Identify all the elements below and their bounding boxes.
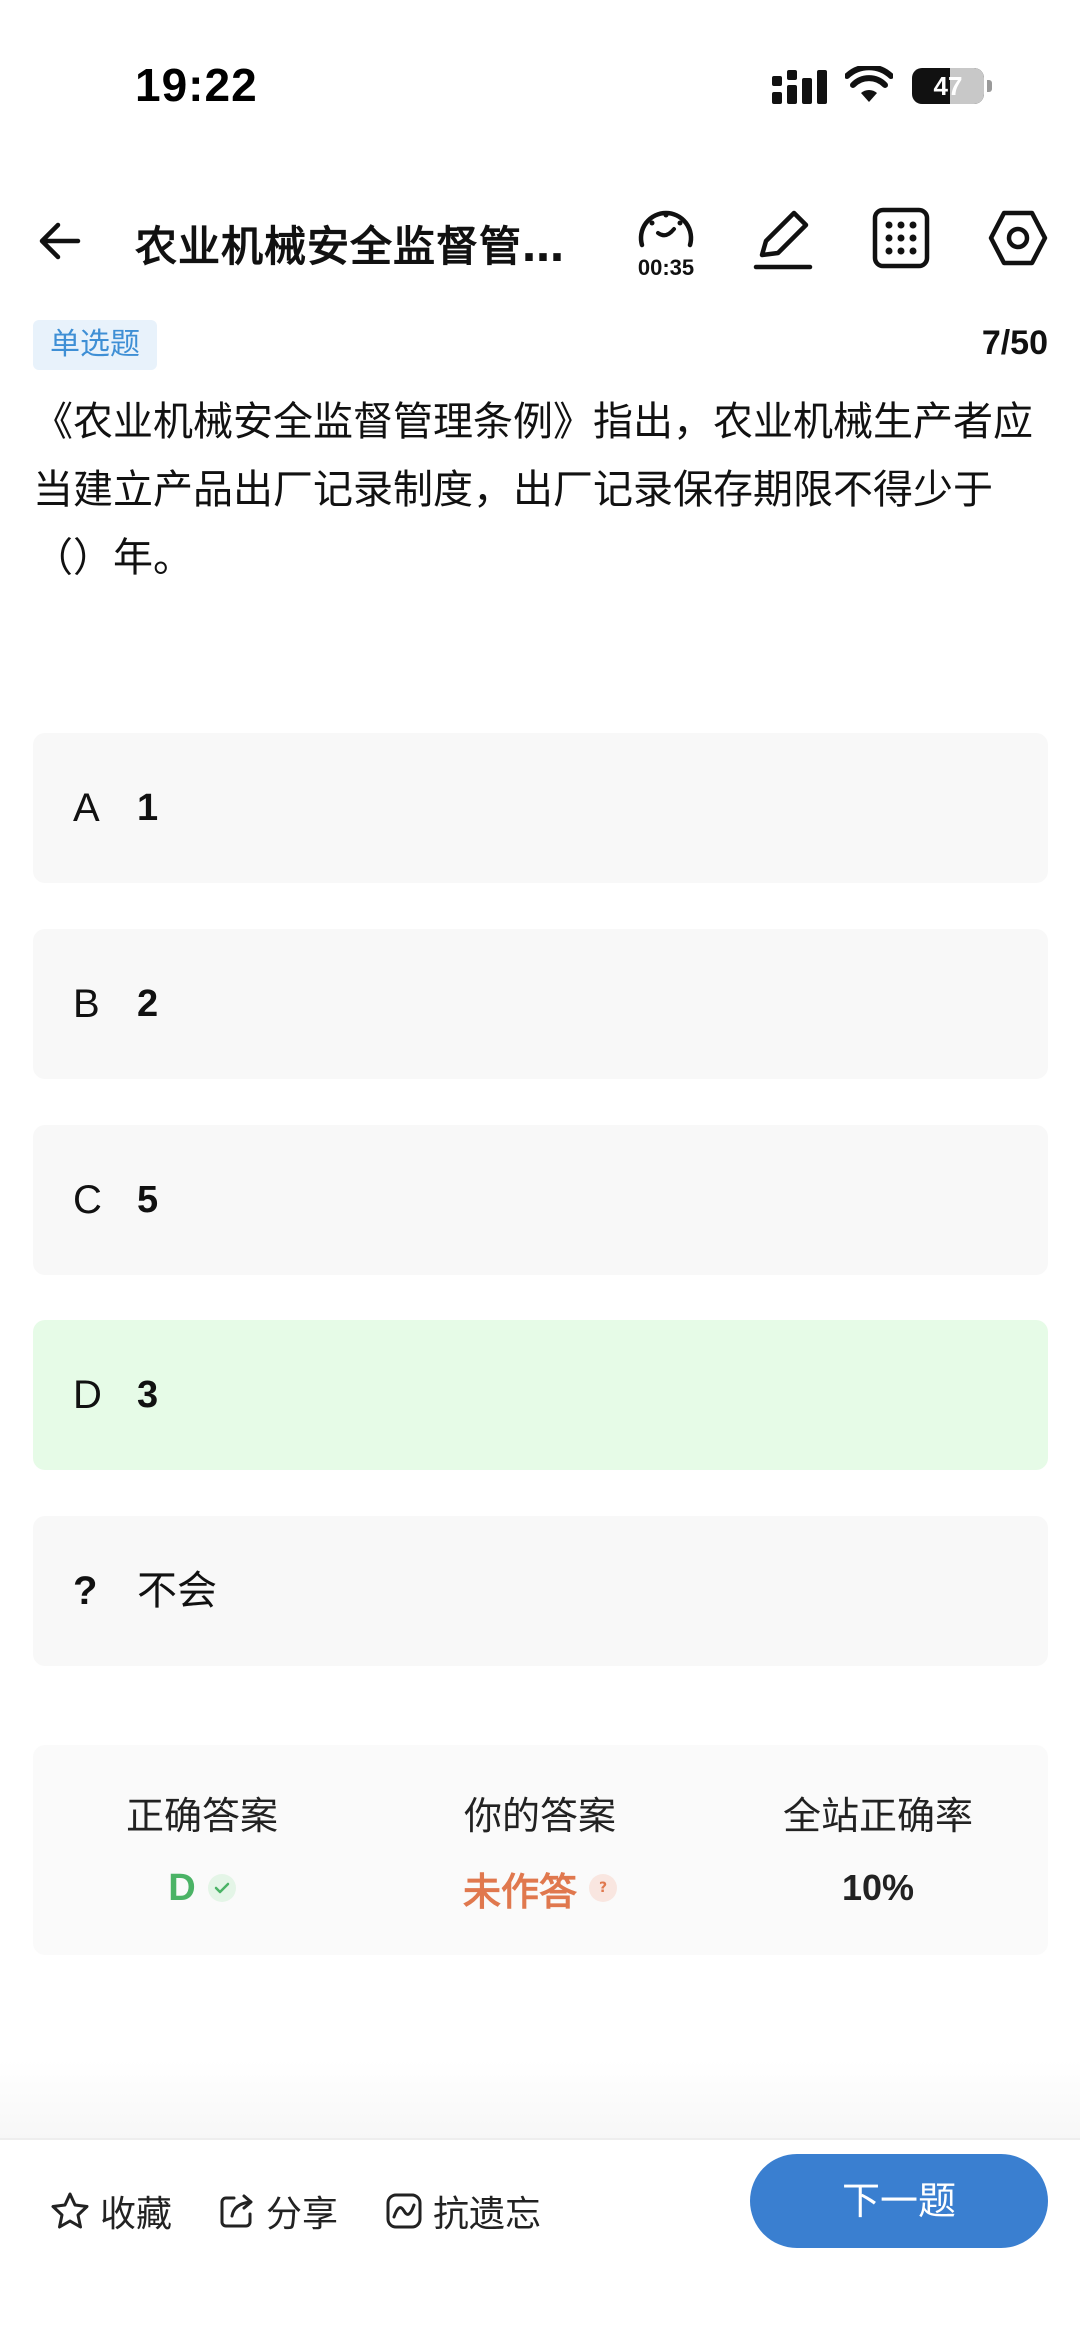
signal-icon <box>772 70 827 104</box>
your-answer-label: 你的答案 <box>463 1794 616 1838</box>
option-text: 不会 <box>137 1568 217 1614</box>
answer-result-panel: 正确答案 D 你的答案 未作答 ? 全站正确率 10% <box>33 1745 1048 1955</box>
favorite-button[interactable]: 收藏 <box>50 2176 172 2246</box>
option-text: 2 <box>137 983 159 1025</box>
edit-button[interactable] <box>752 205 816 271</box>
option-dont-know[interactable]: ? 不会 <box>33 1516 1048 1666</box>
star-icon <box>51 2192 89 2229</box>
back-button[interactable] <box>32 213 88 269</box>
correct-answer-label: 正确答案 <box>125 1794 278 1838</box>
option-letter: C <box>73 1178 102 1222</box>
option-text: 3 <box>137 1374 159 1416</box>
correct-answer-column: 正确答案 D <box>33 1745 371 1955</box>
battery-level: 47 <box>933 71 963 101</box>
site-accuracy-label: 全站正确率 <box>782 1794 973 1838</box>
settings-button[interactable] <box>988 209 1048 267</box>
site-accuracy-column: 全站正确率 10% <box>709 1745 1047 1955</box>
your-answer-column: 你的答案 未作答 ? <box>371 1745 709 1955</box>
question-type-badge: 单选题 <box>33 320 157 370</box>
option-letter: ? <box>73 1569 98 1613</box>
option-c[interactable]: C 5 <box>33 1125 1048 1275</box>
bottom-bar: 收藏 分享 抗遗忘 下一题 <box>0 2138 1080 2348</box>
your-answer-value: 未作答 <box>462 1869 577 1914</box>
favorite-label: 收藏 <box>100 2194 173 2235</box>
settings-icon <box>988 210 1048 266</box>
option-a[interactable]: A 1 <box>33 733 1048 883</box>
back-arrow-icon <box>39 222 81 260</box>
question-mark-icon: ? <box>589 1874 617 1902</box>
option-letter: B <box>73 982 100 1026</box>
page-title: 农业机械安全监督管… <box>135 222 566 271</box>
status-bar: 19:22 47 <box>0 0 1080 130</box>
anti-forget-button[interactable]: 抗遗忘 <box>385 2176 541 2246</box>
option-b[interactable]: B 2 <box>33 929 1048 1079</box>
option-letter: D <box>73 1373 102 1417</box>
status-time: 19:22 <box>135 59 258 111</box>
correct-answer-value: D <box>168 1866 196 1909</box>
option-letter: A <box>73 786 100 830</box>
edit-icon <box>753 210 813 270</box>
timer-text: 00:35 <box>637 255 695 280</box>
share-button[interactable]: 分享 <box>218 2176 338 2246</box>
wifi-icon <box>845 66 893 102</box>
check-icon <box>207 1874 236 1902</box>
header: 农业机械安全监督管… 00:35 <box>0 195 1080 285</box>
option-text: 1 <box>137 787 159 829</box>
battery-icon: 47 <box>912 68 992 104</box>
site-accuracy-value: 10% <box>841 1867 915 1908</box>
option-text: 5 <box>137 1179 159 1221</box>
timer-button[interactable]: 00:35 <box>630 203 702 281</box>
grid-button[interactable] <box>872 207 930 269</box>
bottom-divider <box>0 2060 1080 2138</box>
option-d[interactable]: D 3 <box>33 1320 1048 1470</box>
question-progress: 7/50 <box>981 324 1048 362</box>
grid-icon <box>872 207 930 269</box>
share-icon <box>220 2194 253 2228</box>
curve-chart-icon <box>386 2193 422 2229</box>
share-label: 分享 <box>266 2194 339 2235</box>
anti-forget-label: 抗遗忘 <box>433 2194 542 2235</box>
next-question-button[interactable]: 下一题 <box>750 2154 1048 2248</box>
question-text: 《农业机械安全监督管理条例》指出，农业机械生产者应当建立产品出厂记录制度，出厂记… <box>33 399 1033 581</box>
timer-icon <box>638 210 694 248</box>
